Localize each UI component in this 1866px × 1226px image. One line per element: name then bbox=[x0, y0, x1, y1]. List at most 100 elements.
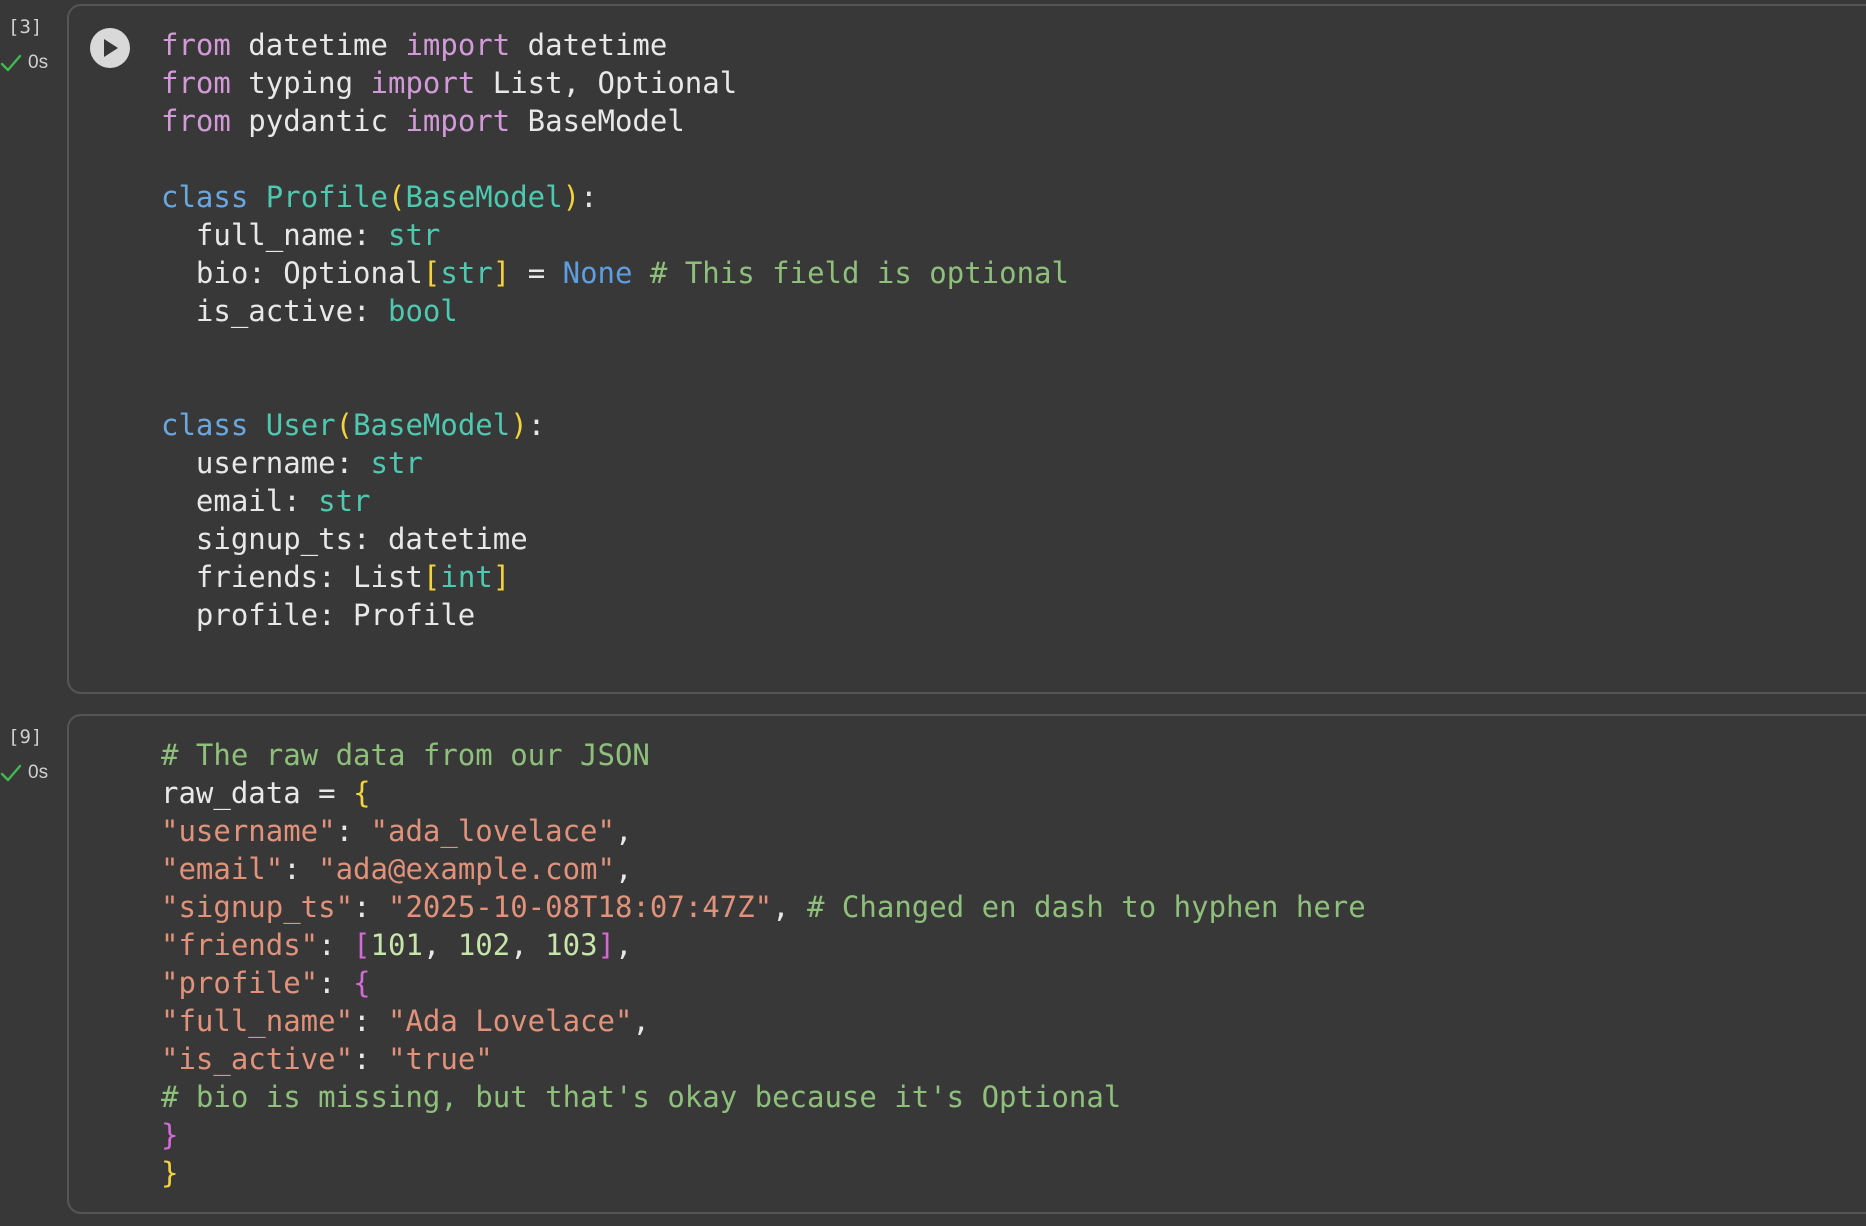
code-token: Profile bbox=[265, 180, 388, 214]
code-token: , bbox=[510, 928, 546, 962]
code-line: username: str bbox=[161, 444, 1069, 482]
code-token: "ada_lovelace" bbox=[370, 814, 615, 848]
code-editor[interactable]: # The raw data from our JSON raw_data = {… bbox=[67, 714, 1866, 1214]
execution-status: 0s bbox=[0, 762, 48, 784]
code-token: : bbox=[335, 814, 371, 848]
code-line: profile: Profile bbox=[161, 596, 1069, 634]
code-token: str bbox=[370, 446, 423, 480]
code-line: "is_active": "true" bbox=[161, 1040, 1366, 1078]
code-token: [ bbox=[422, 560, 441, 594]
code-token: "friends" bbox=[161, 928, 319, 962]
code-token: from bbox=[161, 66, 231, 100]
code-token: { bbox=[353, 776, 371, 810]
code-token: friends: List bbox=[161, 560, 423, 594]
code-line: "username": "ada_lovelace", bbox=[161, 812, 1366, 850]
code-line: # bio is missing, but that's okay becaus… bbox=[161, 1078, 1366, 1116]
code-cell-1[interactable]: [3] 0s from datetime import datetime from… bbox=[0, 4, 1866, 694]
code-token: , bbox=[772, 890, 808, 924]
code-token: , bbox=[632, 1004, 650, 1038]
code-token: "Ada Lovelace" bbox=[387, 1004, 633, 1038]
code-token: # Changed en dash to hyphen here bbox=[807, 890, 1366, 924]
code-token: [ bbox=[422, 256, 441, 290]
code-token: from bbox=[161, 104, 231, 138]
code-token: List, Optional bbox=[475, 66, 738, 100]
code-line: is_active: bool bbox=[161, 292, 1069, 330]
code-line: class User(BaseModel): bbox=[161, 406, 1069, 444]
run-cell-button[interactable] bbox=[90, 28, 130, 68]
code-token: "username" bbox=[161, 814, 336, 848]
check-icon bbox=[0, 54, 22, 72]
code-token: datetime bbox=[230, 28, 406, 62]
code-token: ( bbox=[388, 180, 406, 214]
code-token: , bbox=[422, 928, 458, 962]
code-token: str bbox=[440, 256, 493, 290]
code-line: "friends": [101, 102, 103], bbox=[161, 926, 1366, 964]
code-token: # This field is optional bbox=[632, 256, 1069, 290]
code-token: str bbox=[387, 218, 441, 252]
code-token: email: bbox=[161, 484, 319, 518]
code-token: ] bbox=[492, 256, 511, 290]
code-token: "2025-10-08T18:07:47Z" bbox=[387, 890, 773, 924]
code-token: "is_active" bbox=[161, 1042, 354, 1076]
code-line: friends: List[int] bbox=[161, 558, 1069, 596]
code-token: 101 bbox=[370, 928, 423, 962]
code-token: , bbox=[614, 814, 633, 848]
code-token: bio: Optional bbox=[161, 256, 423, 290]
code-line: "signup_ts": "2025-10-08T18:07:47Z", # C… bbox=[161, 888, 1366, 926]
code-token: : bbox=[580, 180, 598, 214]
code-token: 103 bbox=[545, 928, 598, 962]
code-text[interactable]: from datetime import datetime from typing… bbox=[161, 26, 1069, 634]
code-text[interactable]: # The raw data from our JSON raw_data = {… bbox=[161, 736, 1366, 1192]
code-token: ) bbox=[510, 408, 528, 442]
code-token: import bbox=[370, 66, 476, 100]
code-line: # The raw data from our JSON bbox=[161, 736, 1366, 774]
code-token: str bbox=[318, 484, 371, 518]
code-line: from typing import List, Optional bbox=[161, 64, 1069, 102]
code-token: int bbox=[440, 560, 493, 594]
code-line: } bbox=[161, 1154, 1366, 1192]
code-token: # bio is missing, but that's okay becaus… bbox=[161, 1080, 1122, 1114]
code-token: : bbox=[527, 408, 546, 442]
code-token: BaseModel bbox=[405, 180, 563, 214]
code-token: typing bbox=[230, 66, 371, 100]
code-line: full_name: str bbox=[161, 216, 1069, 254]
play-icon bbox=[104, 39, 118, 57]
code-editor[interactable]: from datetime import datetime from typing… bbox=[67, 4, 1866, 694]
code-token: ] bbox=[597, 928, 616, 962]
code-token: : bbox=[318, 966, 354, 1000]
code-token: = bbox=[510, 256, 563, 290]
code-token: { bbox=[353, 966, 371, 1000]
code-cell-2[interactable]: [9] 0s # The raw data from our JSON raw_d… bbox=[0, 714, 1866, 1214]
code-token: username: bbox=[161, 446, 371, 480]
code-token: raw_data = bbox=[161, 776, 354, 810]
execution-time: 0s bbox=[28, 762, 49, 783]
execution-count: [3] bbox=[8, 16, 43, 38]
code-token: ( bbox=[335, 408, 354, 442]
code-line: "profile": { bbox=[161, 964, 1366, 1002]
code-token: "signup_ts" bbox=[161, 890, 354, 924]
check-icon bbox=[0, 764, 22, 782]
code-token: } bbox=[161, 1118, 179, 1152]
code-token: : bbox=[318, 928, 354, 962]
code-token: BaseModel bbox=[353, 408, 511, 442]
code-token: : bbox=[353, 1042, 388, 1076]
code-line: raw_data = { bbox=[161, 774, 1366, 812]
code-line: email: str bbox=[161, 482, 1069, 520]
code-line: } bbox=[161, 1116, 1366, 1154]
code-token: "profile" bbox=[161, 966, 319, 1000]
code-token: [ bbox=[353, 928, 371, 962]
code-token: profile: Profile bbox=[161, 598, 476, 632]
code-token: ) bbox=[562, 180, 581, 214]
code-line: "email": "ada@example.com", bbox=[161, 850, 1366, 888]
code-token: User bbox=[265, 408, 336, 442]
code-token: signup_ts: datetime bbox=[161, 522, 528, 556]
code-token: pydantic bbox=[230, 104, 406, 138]
code-line: bio: Optional[str] = None # This field i… bbox=[161, 254, 1069, 292]
code-token: # The raw data from our JSON bbox=[161, 738, 650, 772]
code-line: "full_name": "Ada Lovelace", bbox=[161, 1002, 1366, 1040]
code-token: class bbox=[161, 180, 249, 214]
code-token: is_active: bbox=[161, 294, 388, 328]
code-token: import bbox=[405, 28, 511, 62]
